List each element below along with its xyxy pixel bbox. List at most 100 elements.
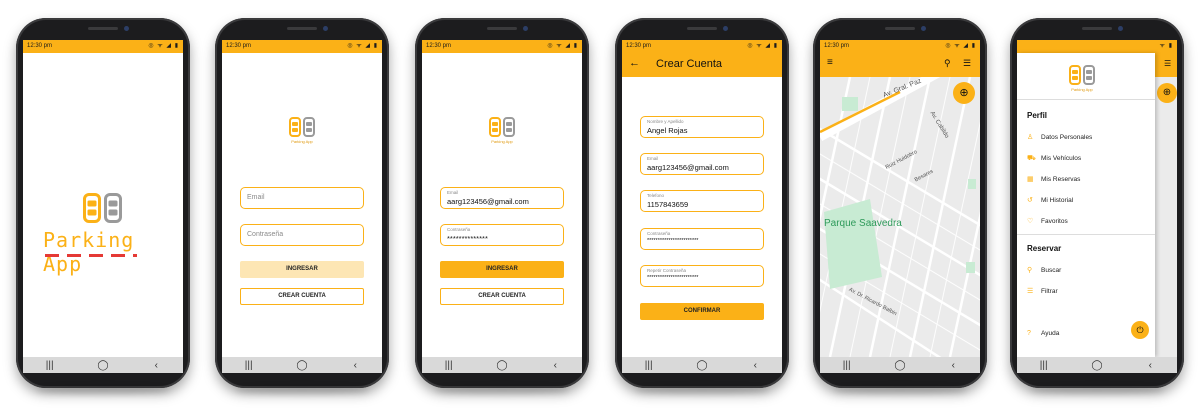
car-icon xyxy=(83,193,101,223)
menu-item-label: Filtrar xyxy=(1041,288,1058,295)
email-value: aarg123456@gmail.com xyxy=(647,163,729,172)
back-button[interactable]: ‹ xyxy=(540,360,570,371)
email-label: Email xyxy=(447,190,459,195)
recents-button[interactable]: ||| xyxy=(35,360,65,371)
phone-field[interactable]: Telefono 1157843659 xyxy=(640,190,764,212)
repeat-password-field[interactable]: Repetir Contraseña *********************… xyxy=(640,265,764,287)
filter-icon: ☰ xyxy=(1027,288,1034,295)
recents-button[interactable]: ||| xyxy=(832,360,862,371)
menu-item-favorites[interactable]: ♡ Favoritos xyxy=(1027,217,1068,225)
back-button[interactable]: ‹ xyxy=(340,360,370,371)
front-camera xyxy=(124,26,129,31)
nav-bar: ||| ◯ ‹ xyxy=(622,357,782,373)
status-bar: 12:30 pm ◎ ᯤ ◢ ▮ xyxy=(622,40,782,53)
status-bar: 12:30 pm ◎ ᯤ ◢ ▮ xyxy=(23,40,183,53)
menu-item-history[interactable]: ↺ Mi Historial xyxy=(1027,196,1073,204)
menu-item-label: Datos Personales xyxy=(1041,134,1093,141)
nav-bar: ||| ◯ ‹ xyxy=(422,357,582,373)
back-button[interactable]: ‹ xyxy=(938,360,968,371)
email-field[interactable]: Email aarg123456@gmail.com xyxy=(640,153,764,175)
back-arrow-icon[interactable]: ← xyxy=(629,57,640,69)
map-graphic xyxy=(820,77,980,357)
screen: 12:30 pm ◎ ᯤ ◢ ▮ Parking App Email Contr… xyxy=(222,40,382,373)
menu-item-search[interactable]: ⚲ Buscar xyxy=(1027,266,1061,274)
confirm-button[interactable]: CONFIRMAR xyxy=(640,303,764,320)
app-name: Parking App xyxy=(43,228,135,276)
app-logo-icon xyxy=(83,193,122,223)
search-icon[interactable]: ⚲ xyxy=(944,58,951,69)
menu-item-help[interactable]: ? Ayuda xyxy=(1027,330,1059,337)
home-button[interactable]: ◯ xyxy=(1082,360,1112,371)
person-icon: ♙ xyxy=(1027,134,1034,141)
phone-register: 12:30 pm ◎ ᯤ ◢ ▮ ← Crear Cuenta Nombre y… xyxy=(615,18,789,388)
home-button[interactable]: ◯ xyxy=(885,360,915,371)
menu-item-label: Mis Reservas xyxy=(1041,176,1081,183)
section-reserve: Reservar xyxy=(1027,244,1062,253)
logout-button[interactable]: ⏻ xyxy=(1131,321,1149,339)
back-button[interactable]: ‹ xyxy=(740,360,770,371)
screen: 12:30 pm ◎ ᯤ ◢ ▮ ← Crear Cuenta Nombre y… xyxy=(622,40,782,373)
back-button[interactable]: ‹ xyxy=(141,360,171,371)
status-time: 12:30 pm xyxy=(426,43,452,49)
recents-button[interactable]: ||| xyxy=(234,360,264,371)
speaker xyxy=(287,27,317,30)
crosshair-icon: ⊕ xyxy=(1162,87,1172,98)
navigation-drawer: Parking App Perfil ♙ Datos Personales ⛟ Mi… xyxy=(1017,53,1155,357)
status-icons: ◎ ᯤ ◢ ▮ xyxy=(148,43,179,49)
status-bar: 12:30 pm ◎ ᯤ ◢ ▮ xyxy=(222,40,382,53)
back-button[interactable]: ‹ xyxy=(1135,360,1165,371)
filter-icon[interactable]: ☰ xyxy=(1164,59,1171,68)
status-icons: ◎ ᯤ ◢ ▮ xyxy=(347,43,378,49)
email-value: aarg123456@gmail.com xyxy=(447,197,529,206)
front-camera xyxy=(921,26,926,31)
status-icons: ◎ ᯤ ◢ ▮ xyxy=(547,43,578,49)
map-peek: ☰ ⊕ xyxy=(1155,53,1177,357)
recents-button[interactable]: ||| xyxy=(434,360,464,371)
menu-item-vehicles[interactable]: ⛟ Mis Vehículos xyxy=(1027,154,1081,163)
menu-item-filter[interactable]: ☰ Filtrar xyxy=(1027,287,1058,295)
login-button[interactable]: INGRESAR xyxy=(440,261,564,278)
front-camera xyxy=(323,26,328,31)
email-field[interactable]: Email xyxy=(240,187,364,209)
power-icon: ⏻ xyxy=(1136,325,1144,335)
car-icon xyxy=(303,117,315,137)
divider xyxy=(1017,99,1155,100)
recents-button[interactable]: ||| xyxy=(634,360,664,371)
map-view[interactable]: Av. Gral. Paz Av. Cabildo Ruiz Huidobro … xyxy=(820,77,980,357)
menu-icon[interactable]: ≡ xyxy=(827,57,833,68)
home-button[interactable]: ◯ xyxy=(687,360,717,371)
home-button[interactable]: ◯ xyxy=(88,360,118,371)
menu-item-label: Buscar xyxy=(1041,267,1062,274)
history-icon: ↺ xyxy=(1027,197,1033,204)
email-placeholder: Email xyxy=(247,194,265,201)
logo-caption: Parking App xyxy=(491,139,513,144)
recents-button[interactable]: ||| xyxy=(1029,360,1059,371)
status-icons: ᯤ ▮ xyxy=(1159,43,1173,49)
create-account-button[interactable]: CREAR CUENTA xyxy=(440,288,564,305)
my-location-button[interactable]: ⊕ xyxy=(1157,83,1177,103)
password-field[interactable]: Contraseña ************************ xyxy=(640,228,764,250)
email-field[interactable]: Email aarg123456@gmail.com xyxy=(440,187,564,209)
status-time: 12:30 pm xyxy=(824,43,850,49)
my-location-button[interactable]: ⊕ xyxy=(953,82,975,104)
app-logo-icon xyxy=(1069,65,1095,85)
screen: 12:30 pm ◎ ᯤ ◢ ▮ Parking App Email aarg1… xyxy=(422,40,582,373)
car-icon xyxy=(1083,65,1095,85)
login-button[interactable]: INGRESAR xyxy=(240,261,364,278)
front-camera xyxy=(1118,26,1123,31)
status-icons: ◎ ᯤ ◢ ▮ xyxy=(747,43,778,49)
home-button[interactable]: ◯ xyxy=(487,360,517,371)
phone-splash: 12:30 pm ◎ ᯤ ◢ ▮ Parking App ||| ◯ ‹ xyxy=(16,18,190,388)
password-field[interactable]: Contraseña ************** xyxy=(440,224,564,246)
name-field[interactable]: Nombre y Apellido Angel Rojas xyxy=(640,116,764,138)
speaker xyxy=(687,27,717,30)
home-button[interactable]: ◯ xyxy=(287,360,317,371)
menu-item-reservations[interactable]: ▦ Mis Reservas xyxy=(1027,175,1080,183)
password-field[interactable]: Contraseña xyxy=(240,224,364,246)
menu-item-personal-data[interactable]: ♙ Datos Personales xyxy=(1027,133,1092,141)
car-icon: ⛟ xyxy=(1027,155,1036,162)
create-account-button[interactable]: CREAR CUENTA xyxy=(240,288,364,305)
menu-item-label: Favoritos xyxy=(1041,218,1068,225)
filter-icon[interactable]: ☰ xyxy=(963,58,971,69)
logo-underline xyxy=(45,254,137,257)
